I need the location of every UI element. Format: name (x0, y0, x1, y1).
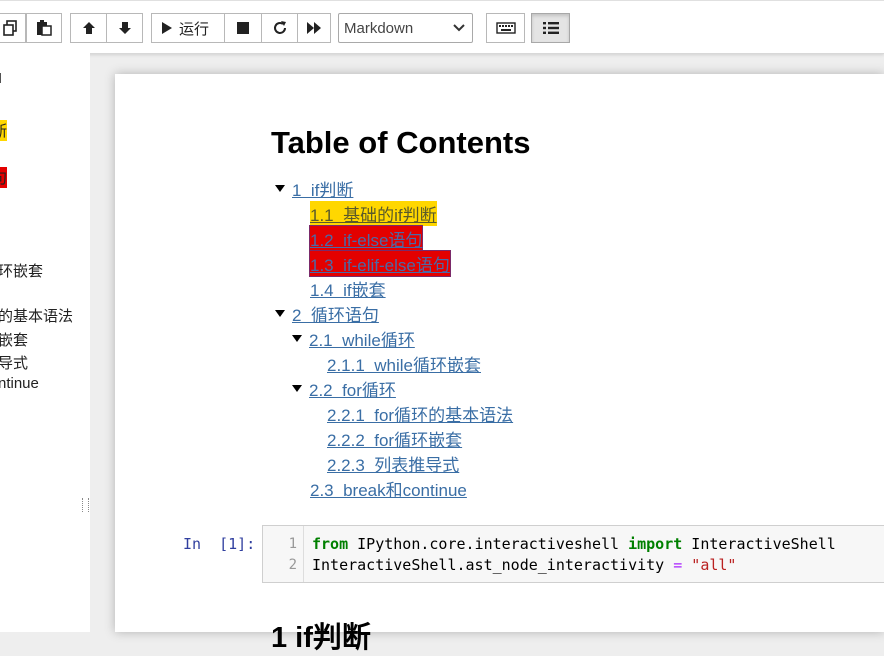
sidebar-item[interactable]: 句 (0, 167, 8, 188)
sidebar-resize-handle[interactable] (82, 498, 89, 512)
code-token: InteractiveShell.ast_node_interactivity (312, 556, 674, 574)
interrupt-kernel-button[interactable] (224, 13, 262, 43)
notebook-toolbar: 运行 Markdown (0, 0, 884, 54)
code-token: = (673, 556, 683, 574)
command-palette-button[interactable] (486, 13, 525, 43)
sidebar-item[interactable]: ntinue (0, 375, 39, 392)
code-line: InteractiveShell.ast_node_interactivity … (312, 556, 736, 574)
toc-link[interactable]: 2 循环语句 (292, 301, 379, 326)
toc-sidebar: I 断 句 环嵌套 的基本语法 嵌套 导式 ntinue (0, 53, 90, 632)
play-icon (162, 22, 172, 34)
toc-item: 2.2.2 for循环嵌套 (327, 426, 462, 451)
sidebar-item[interactable]: 环嵌套 (0, 260, 43, 281)
copy-icon (3, 20, 17, 36)
toc-item: 2.3 break和continue (310, 476, 467, 501)
cell-type-value: Markdown (344, 19, 414, 37)
fast-forward-icon (307, 22, 321, 34)
toc-toggle-button[interactable] (531, 13, 570, 43)
code-token: import (628, 535, 683, 553)
toc-item: 1.2 if-else语句 (310, 225, 423, 251)
arrow-up-icon (82, 22, 95, 34)
toc-link[interactable]: 2.1 while循环 (309, 326, 415, 351)
line-number: 2 (288, 557, 297, 573)
sidebar-item[interactable]: I (0, 70, 2, 87)
line-number: 1 (288, 536, 297, 552)
toc-item: 2.2.3 列表推导式 (327, 451, 459, 476)
sidebar-item[interactable]: 嵌套 (0, 329, 28, 350)
toc-link[interactable]: 1.1 基础的if判断 (310, 200, 437, 226)
toc-link[interactable]: 2.2 for循环 (309, 376, 396, 401)
paste-icon (37, 20, 52, 36)
code-cell-editor[interactable]: 1 2 from IPython.core.interactiveshell i… (262, 525, 884, 583)
toc-item: 2.1.1 while循环嵌套 (327, 351, 481, 376)
sidebar-item[interactable]: 的基本语法 (0, 305, 73, 326)
toc-item: 1.4 if嵌套 (310, 276, 386, 301)
toc-item: 2.2.1 for循环的基本语法 (327, 401, 513, 426)
collapse-toggle-icon[interactable] (275, 309, 285, 317)
collapse-toggle-icon[interactable] (292, 384, 302, 392)
run-cell-button[interactable]: 运行 (151, 13, 225, 43)
code-line: from IPython.core.interactiveshell impor… (312, 535, 836, 553)
restart-kernel-button[interactable] (261, 13, 298, 43)
line-number-gutter: 1 2 (263, 526, 304, 582)
sidebar-item[interactable]: 导式 (0, 352, 28, 373)
restart-icon (273, 21, 286, 34)
toc-title: Table of Contents (271, 125, 531, 160)
arrow-down-icon (118, 22, 131, 34)
toc-item: 1.1 基础的if判断 (310, 200, 437, 226)
move-cell-down-button[interactable] (106, 13, 143, 43)
cell-prompt: In [1]: (183, 535, 256, 553)
toc-link[interactable]: 1.3 if-elif-else语句 (310, 250, 450, 276)
toc-link[interactable]: 2.2.3 列表推导式 (327, 451, 459, 476)
code-token: InteractiveShell (682, 535, 836, 553)
code-token: "all" (691, 556, 737, 574)
toc-item: 1 if判断 (275, 176, 353, 201)
toc-item: 2 循环语句 (275, 301, 379, 326)
move-cell-up-button[interactable] (70, 13, 107, 43)
toc-link[interactable]: 1 if判断 (292, 176, 353, 201)
sidebar-item[interactable]: 断 (0, 120, 8, 141)
code-token: IPython.core.interactiveshell (348, 535, 629, 553)
toc-item: 1.3 if-elif-else语句 (310, 250, 450, 276)
section-heading: 1 if判断 (271, 622, 371, 654)
toc-item: 2.2 for循环 (292, 376, 396, 401)
stop-icon (237, 22, 249, 34)
toc-link[interactable]: 2.2.1 for循环的基本语法 (327, 401, 513, 426)
toc-link[interactable]: 1.2 if-else语句 (310, 225, 423, 251)
cell-type-select[interactable]: Markdown (338, 13, 473, 43)
keyboard-icon (495, 22, 516, 34)
toc-link[interactable]: 2.1.1 while循环嵌套 (327, 351, 481, 376)
toc-link[interactable]: 2.3 break和continue (310, 476, 467, 501)
list-icon (542, 22, 559, 34)
restart-run-all-button[interactable] (297, 13, 331, 43)
run-button-label: 运行 (179, 20, 210, 38)
code-token: from (312, 535, 349, 553)
collapse-toggle-icon[interactable] (275, 184, 285, 192)
collapse-toggle-icon[interactable] (292, 334, 302, 342)
toc-item: 2.1 while循环 (292, 326, 415, 351)
copy-cell-button[interactable] (0, 13, 26, 43)
paste-cell-button[interactable] (26, 13, 62, 43)
toc-link[interactable]: 1.4 if嵌套 (310, 276, 386, 301)
chevron-down-icon (453, 24, 465, 32)
toc-link[interactable]: 2.2.2 for循环嵌套 (327, 426, 462, 451)
